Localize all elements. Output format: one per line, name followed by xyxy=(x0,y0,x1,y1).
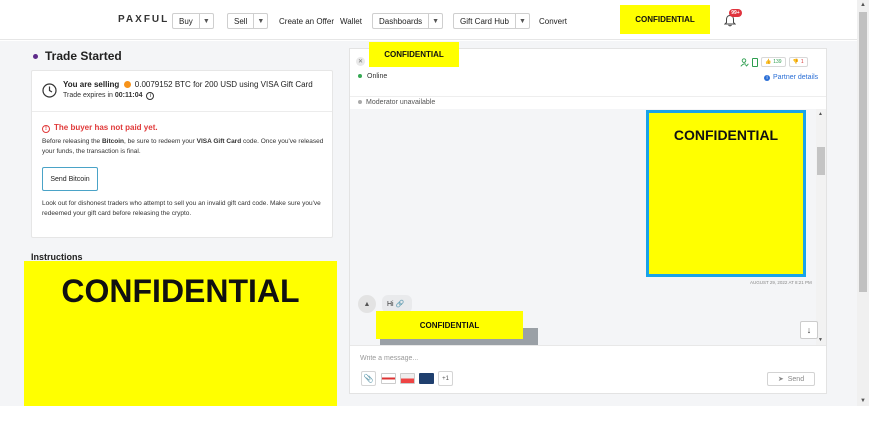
thumbs-down-value: 1 xyxy=(800,59,804,65)
redaction-box: CONFIDENTIAL xyxy=(369,42,459,67)
online-text: Online xyxy=(367,73,388,80)
chevron-down-icon: ▼ xyxy=(428,14,442,28)
wallet-link[interactable]: Wallet xyxy=(340,17,362,26)
paperclip-icon: 📎 xyxy=(363,374,374,383)
thumbs-up-icon: 👍 xyxy=(765,59,772,65)
message-composer: 📎 +1 ➤Send xyxy=(350,345,826,393)
selling-prefix: You are selling xyxy=(63,80,120,89)
convert-link[interactable]: Convert xyxy=(539,17,567,26)
redaction-box: CONFIDENTIAL xyxy=(620,5,710,34)
gift-card-hub-dropdown[interactable]: Gift Card Hub ▼ xyxy=(453,13,530,29)
send-bitcoin-button[interactable]: Send Bitcoin xyxy=(42,167,98,191)
chat-scrollbar[interactable]: ▲ ▼ xyxy=(816,109,826,345)
bitcoin-icon xyxy=(123,81,131,88)
moderator-dot-icon xyxy=(358,100,362,105)
partner-details-text: Partner details xyxy=(773,74,819,81)
gift-card-hub-label: Gift Card Hub xyxy=(460,16,509,26)
create-offer-link[interactable]: Create an Offer xyxy=(279,17,334,26)
dashboards-dropdown[interactable]: Dashboards ▼ xyxy=(372,13,444,29)
status-dot-icon xyxy=(33,54,38,60)
more-attachments-button[interactable]: +1 xyxy=(438,371,453,386)
gift-card-thumbnail[interactable] xyxy=(419,373,434,384)
warning-text: The buyer has not paid yet. xyxy=(54,123,158,132)
scroll-down-icon[interactable]: ▼ xyxy=(818,337,823,343)
scam-warning-text: Look out for dishonest traders who attem… xyxy=(42,200,321,217)
message-text: Hi xyxy=(387,300,394,308)
message-timestamp: AUGUST 29, 2022 AT 8:21 PM xyxy=(750,280,812,285)
paxful-logo[interactable]: PAXFUL xyxy=(118,14,169,25)
sell-dropdown[interactable]: Sell ▼ xyxy=(227,13,269,29)
moderator-status: Moderator unavailable xyxy=(358,99,435,106)
chevron-down-icon: ▼ xyxy=(198,14,213,28)
moderator-text: Moderator unavailable xyxy=(366,99,436,106)
notification-badge: 99+ xyxy=(729,9,742,17)
online-status: Online xyxy=(358,73,387,80)
gift-card-thumbnail[interactable] xyxy=(400,373,415,384)
verified-user-icon xyxy=(740,57,749,67)
phone-verified-icon xyxy=(752,57,758,67)
text-bold: VISA Gift Card xyxy=(196,138,242,145)
card-divider xyxy=(32,111,332,112)
send-label: Send xyxy=(787,375,805,383)
link-icon: 🔗 xyxy=(395,301,405,308)
negative-feedback-count[interactable]: 👎 1 xyxy=(788,57,808,67)
redaction-box: CONFIDENTIAL xyxy=(24,261,337,406)
expires-label: Trade expires in xyxy=(63,92,113,99)
info-icon: i xyxy=(764,75,770,81)
clock-icon xyxy=(42,83,57,98)
close-icon[interactable]: ✕ xyxy=(356,57,365,66)
thumbs-up-value: 139 xyxy=(773,59,782,65)
expires-timer: 00:11:04 xyxy=(114,92,143,99)
sell-label: Sell xyxy=(234,16,248,26)
online-dot-icon xyxy=(358,74,362,79)
arrow-down-icon: ↓ xyxy=(806,325,812,335)
scroll-up-icon[interactable]: ▲ xyxy=(860,2,866,8)
text-bold: Bitcoin xyxy=(101,138,125,145)
redaction-box: CONFIDENTIAL xyxy=(376,311,523,339)
selling-suffix: for 200 USD using VISA Gift Card xyxy=(193,80,313,89)
attach-file-button[interactable]: 📎 xyxy=(361,371,376,386)
send-icon: ➤ xyxy=(777,376,784,383)
scrollbar-thumb[interactable] xyxy=(859,12,867,292)
alert-icon: ! xyxy=(42,125,50,133)
thumbs-down-icon: 👎 xyxy=(792,59,799,65)
top-navigation: PAXFUL Buy ▼ Sell ▼ Create an Offer Wall… xyxy=(0,0,857,40)
scroll-down-icon[interactable]: ▼ xyxy=(860,398,866,404)
trade-title-text: Trade Started xyxy=(45,49,122,63)
text-segment: , be sure to redeem your xyxy=(124,138,197,145)
chevron-down-icon: ▼ xyxy=(253,14,267,28)
info-icon[interactable]: i xyxy=(146,92,155,100)
trade-expiry: Trade expires in 00:11:04 i xyxy=(63,92,155,100)
partner-details-link[interactable]: i Partner details xyxy=(764,74,818,81)
scrollbar-thumb[interactable] xyxy=(817,147,825,175)
positive-feedback-count[interactable]: 👍 139 xyxy=(761,57,786,67)
gift-card-thumbnail[interactable] xyxy=(381,373,396,384)
partner-avatar: ▲ xyxy=(358,295,376,313)
scroll-up-icon[interactable]: ▲ xyxy=(818,111,823,117)
buy-label: Buy xyxy=(179,16,193,26)
chevron-down-icon: ▼ xyxy=(514,14,529,28)
dashboards-label: Dashboards xyxy=(379,16,423,26)
text-segment: Before releasing the xyxy=(42,138,102,145)
btc-amount: 0.0079152 BTC xyxy=(134,80,191,89)
trade-status-heading: Trade Started xyxy=(33,49,122,63)
release-instructions: Before releasing the Bitcoin, be sure to… xyxy=(42,137,327,157)
send-message-button[interactable]: ➤ Send xyxy=(767,372,815,386)
selling-summary: You are selling 0.0079152 BTC for 200 US… xyxy=(63,80,313,89)
payment-warning: ! The buyer has not paid yet. xyxy=(42,123,158,133)
buy-dropdown[interactable]: Buy ▼ xyxy=(172,13,214,29)
redaction-box: CONFIDENTIAL xyxy=(646,110,806,277)
page-scrollbar[interactable]: ▲ ▼ xyxy=(857,0,869,406)
trade-info-card: You are selling 0.0079152 BTC for 200 US… xyxy=(31,70,333,238)
partner-reputation: 👍 139 👎 1 xyxy=(740,57,808,67)
message-input[interactable] xyxy=(360,351,660,365)
jump-to-latest-button[interactable]: ↓ xyxy=(800,321,818,339)
